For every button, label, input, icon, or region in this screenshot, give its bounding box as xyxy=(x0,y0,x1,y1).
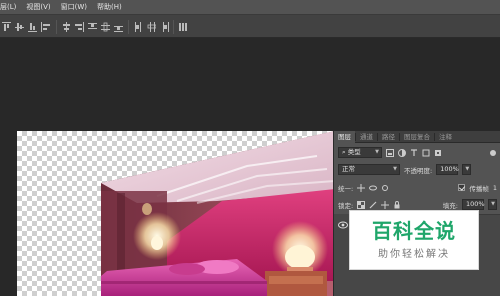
align-top-icon[interactable] xyxy=(2,22,11,32)
distribute-vcenter-icon[interactable] xyxy=(101,22,110,32)
filter-pixel-icon[interactable] xyxy=(386,148,394,157)
chevron-down-icon: ▼ xyxy=(491,201,495,207)
fill-label: 填充: xyxy=(442,201,458,210)
blend-mode-select[interactable]: 正常 ▼ xyxy=(338,164,400,175)
options-bar xyxy=(0,14,500,38)
tab-paths[interactable]: 路径 xyxy=(378,131,399,143)
propagate-frame-value: 1 xyxy=(492,183,497,192)
filter-toggle-icon[interactable] xyxy=(489,149,497,157)
lock-image-icon[interactable] xyxy=(369,201,377,209)
document-canvas[interactable] xyxy=(17,131,335,296)
distribute-top-icon[interactable] xyxy=(88,22,97,32)
menu-layer[interactable]: 层(L) xyxy=(0,2,16,12)
menu-bar: 层(L) 视图(V) 窗口(W) 帮助(H) xyxy=(0,0,500,14)
align-hcenter-icon[interactable] xyxy=(62,22,71,32)
filter-adjustment-icon[interactable] xyxy=(398,148,406,157)
align-right-icon[interactable] xyxy=(75,22,84,32)
tab-layers[interactable]: 图层 xyxy=(334,130,355,143)
fill-dropdown[interactable]: ▼ xyxy=(488,199,497,210)
distribute-right-icon[interactable] xyxy=(160,22,169,32)
menu-help[interactable]: 帮助(H) xyxy=(97,2,122,12)
filter-smart-object-icon[interactable] xyxy=(434,149,442,157)
unify-position-icon[interactable] xyxy=(357,183,366,192)
opacity-input[interactable]: 100% xyxy=(436,164,459,175)
chevron-down-icon: ▼ xyxy=(393,166,397,172)
unify-visibility-icon[interactable] xyxy=(369,184,378,192)
tab-notes[interactable]: 注释 xyxy=(435,131,456,143)
menu-view[interactable]: 视图(V) xyxy=(26,2,50,12)
tab-layer-comps[interactable]: 图层复合 xyxy=(400,131,434,143)
blend-mode-value: 正常 xyxy=(342,165,355,173)
opacity-dropdown[interactable]: ▼ xyxy=(462,164,472,175)
unify-row: 统一: 传播帧 1 xyxy=(334,179,500,196)
layer-filter-row: ⌕ 类型 ▼ xyxy=(334,144,500,161)
propagate-frame-label: 传播帧 xyxy=(469,184,489,193)
blend-mode-row: 正常 ▼ 不透明度: 100% ▼ xyxy=(334,161,500,178)
watermark-logo: 百科全说 助你轻松解决 xyxy=(349,210,479,270)
lock-all-icon[interactable] xyxy=(393,200,401,209)
lock-transparent-icon[interactable] xyxy=(357,200,366,209)
panel-tab-bar: 图层 通道 路径 图层复合 注释 xyxy=(334,130,500,143)
fill-input[interactable]: 100% xyxy=(462,199,485,210)
distribute-bottom-icon[interactable] xyxy=(114,22,123,32)
options-separator xyxy=(56,20,57,34)
auto-align-icon[interactable] xyxy=(179,22,188,32)
filter-type-icon[interactable] xyxy=(410,148,418,157)
watermark-title: 百科全说 xyxy=(372,219,456,243)
align-bottom-icon[interactable] xyxy=(28,22,37,32)
bedroom-image xyxy=(101,131,335,296)
lock-label: 锁定: xyxy=(338,201,354,210)
opacity-label: 不透明度: xyxy=(404,166,433,175)
eye-icon[interactable] xyxy=(338,221,348,229)
filter-type-select[interactable]: ⌕ 类型 ▼ xyxy=(338,147,382,158)
menu-window[interactable]: 窗口(W) xyxy=(61,2,87,12)
unify-label: 统一: xyxy=(338,184,354,193)
tab-channels[interactable]: 通道 xyxy=(356,131,377,143)
align-vcenter-icon[interactable] xyxy=(15,22,24,32)
filter-shape-icon[interactable] xyxy=(422,149,430,157)
filter-type-label: 类型 xyxy=(347,148,361,156)
search-icon: ⌕ xyxy=(342,148,346,156)
align-left-icon[interactable] xyxy=(41,22,50,32)
watermark-subtitle: 助你轻松解决 xyxy=(378,249,450,260)
chevron-down-icon: ▼ xyxy=(375,149,379,155)
chevron-down-icon: ▼ xyxy=(465,166,470,172)
distribute-hcenter-icon[interactable] xyxy=(147,22,156,32)
options-separator xyxy=(173,20,174,34)
distribute-left-icon[interactable] xyxy=(134,22,143,32)
propagate-frame-checkbox[interactable] xyxy=(458,184,466,191)
lock-position-icon[interactable] xyxy=(381,200,390,209)
options-separator xyxy=(128,20,129,34)
unify-style-icon[interactable] xyxy=(381,184,389,192)
